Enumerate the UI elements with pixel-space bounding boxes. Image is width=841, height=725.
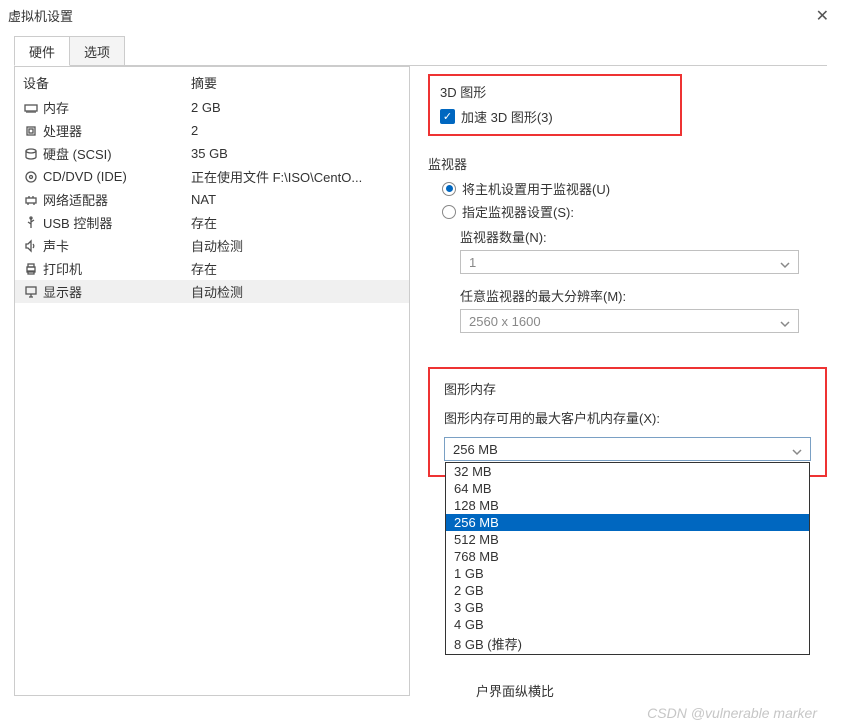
gmem-option[interactable]: 128 MB	[446, 497, 809, 514]
gmem-option[interactable]: 3 GB	[446, 599, 809, 616]
checkbox-accelerate-3d-label: 加速 3D 图形(3)	[461, 107, 553, 126]
gmem-option[interactable]: 512 MB	[446, 531, 809, 548]
device-name: 打印机	[43, 259, 82, 278]
device-name: 网络适配器	[43, 190, 108, 209]
device-summary: 自动检测	[191, 282, 401, 301]
gmem-option[interactable]: 256 MB	[446, 514, 809, 531]
disk-icon	[23, 146, 39, 162]
usb-icon	[23, 215, 39, 231]
cpu-icon	[23, 123, 39, 139]
device-row-display[interactable]: 显示器 自动检测	[15, 280, 409, 303]
memory-icon	[23, 100, 39, 116]
printer-icon	[23, 261, 39, 277]
watermark: CSDN @vulnerable marker	[647, 705, 817, 721]
chevron-down-icon	[792, 445, 802, 460]
gmem-dropdown[interactable]: 32 MB64 MB128 MB256 MB512 MB768 MB1 GB2 …	[445, 462, 810, 655]
device-summary: 存在	[191, 213, 401, 232]
gmem-option[interactable]: 32 MB	[446, 463, 809, 480]
header-summary: 摘要	[191, 73, 401, 92]
group-3d-graphics: 3D 图形 ✓ 加速 3D 图形(3)	[428, 74, 682, 136]
device-summary: 正在使用文件 F:\ISO\CentO...	[191, 167, 401, 186]
close-icon[interactable]: ✕	[816, 6, 829, 26]
monitor-count-select: 1	[460, 250, 799, 274]
checkbox-accelerate-3d[interactable]: ✓	[440, 109, 455, 124]
gmem-option[interactable]: 768 MB	[446, 548, 809, 565]
radio-specify-label: 指定监视器设置(S):	[462, 202, 574, 221]
device-summary: 自动检测	[191, 236, 401, 255]
device-summary: NAT	[191, 192, 401, 207]
device-name: USB 控制器	[43, 213, 112, 232]
settings-pane: 3D 图形 ✓ 加速 3D 图形(3) 监视器 将主机设置用于监视器(U) 指定…	[428, 66, 827, 696]
device-row-usb[interactable]: USB 控制器 存在	[15, 211, 409, 234]
device-name: 声卡	[43, 236, 69, 255]
titlebar: 虚拟机设置 ✕	[0, 0, 841, 30]
net-icon	[23, 192, 39, 208]
group-gmem-title: 图形内存	[444, 379, 811, 398]
group-monitor: 监视器 将主机设置用于监视器(U) 指定监视器设置(S): 监视器数量(N): …	[428, 150, 827, 341]
device-name: 显示器	[43, 282, 82, 301]
device-row-cd[interactable]: CD/DVD (IDE) 正在使用文件 F:\ISO\CentO...	[15, 165, 409, 188]
device-summary: 2	[191, 123, 401, 138]
device-row-cpu[interactable]: 处理器 2	[15, 119, 409, 142]
gmem-select[interactable]: 256 MB 32 MB64 MB128 MB256 MB512 MB768 M…	[444, 437, 811, 461]
header-device: 设备	[23, 73, 191, 92]
tab-options[interactable]: 选项	[70, 36, 125, 66]
display-scale-fragment: 户界面纵横比	[476, 681, 554, 700]
gmem-option[interactable]: 8 GB (推荐)	[446, 633, 809, 654]
device-row-printer[interactable]: 打印机 存在	[15, 257, 409, 280]
gmem-option[interactable]: 1 GB	[446, 565, 809, 582]
monitor-count-label: 监视器数量(N):	[460, 227, 817, 246]
gmem-label: 图形内存可用的最大客户机内存量(X):	[444, 408, 811, 427]
gmem-option[interactable]: 2 GB	[446, 582, 809, 599]
radio-use-host-label: 将主机设置用于监视器(U)	[462, 179, 610, 198]
device-name: 处理器	[43, 121, 82, 140]
gmem-option[interactable]: 64 MB	[446, 480, 809, 497]
radio-specify[interactable]	[442, 205, 456, 219]
device-summary: 35 GB	[191, 146, 401, 161]
tabs: 硬件 选项	[0, 36, 841, 66]
radio-use-host[interactable]	[442, 182, 456, 196]
device-row-sound[interactable]: 声卡 自动检测	[15, 234, 409, 257]
device-row-net[interactable]: 网络适配器 NAT	[15, 188, 409, 211]
display-icon	[23, 284, 39, 300]
cd-icon	[23, 169, 39, 185]
chevron-down-icon	[780, 317, 790, 332]
chevron-down-icon	[780, 258, 790, 273]
sound-icon	[23, 238, 39, 254]
group-monitor-title: 监视器	[428, 154, 817, 173]
device-summary: 2 GB	[191, 100, 401, 115]
monitor-maxres-label: 任意监视器的最大分辨率(M):	[460, 286, 817, 305]
gmem-option[interactable]: 4 GB	[446, 616, 809, 633]
device-list-header: 设备 摘要	[15, 67, 409, 96]
device-row-disk[interactable]: 硬盘 (SCSI) 35 GB	[15, 142, 409, 165]
device-summary: 存在	[191, 259, 401, 278]
device-row-memory[interactable]: 内存 2 GB	[15, 96, 409, 119]
device-name: 硬盘 (SCSI)	[43, 144, 112, 163]
monitor-maxres-select: 2560 x 1600	[460, 309, 799, 333]
tab-hardware[interactable]: 硬件	[14, 36, 70, 66]
device-name: CD/DVD (IDE)	[43, 169, 127, 184]
group-graphics-memory: 图形内存 图形内存可用的最大客户机内存量(X): 256 MB 32 MB64 …	[428, 367, 827, 477]
device-list-pane: 设备 摘要 内存 2 GB 处理器 2 硬盘 (SCSI) 35 GB CD/DVD (ID…	[14, 66, 410, 696]
group-3d-title: 3D 图形	[440, 82, 670, 101]
device-name: 内存	[43, 98, 69, 117]
window-title: 虚拟机设置	[8, 6, 73, 25]
